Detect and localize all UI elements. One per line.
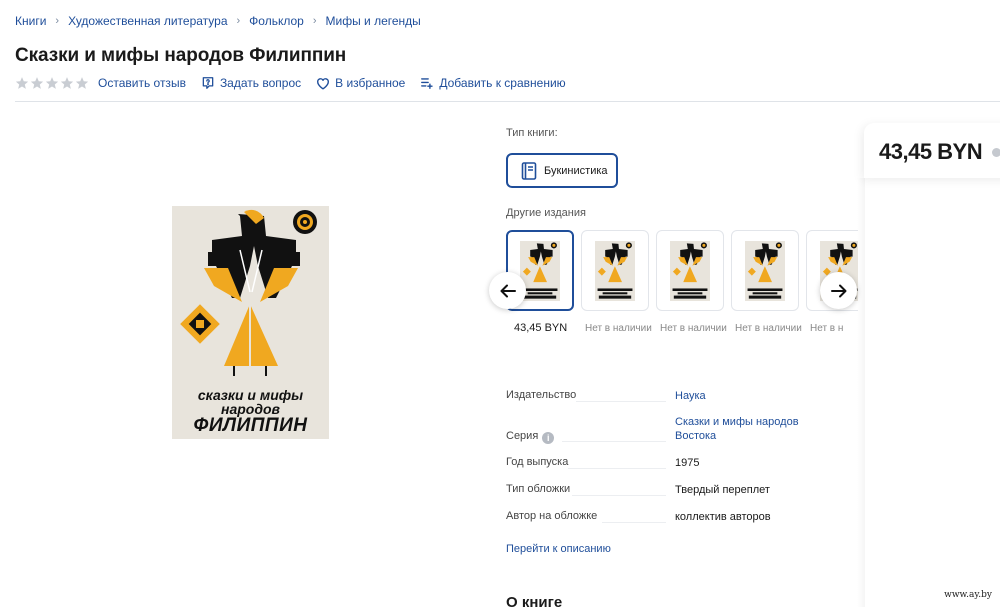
spec-key: Серия i [506,430,555,444]
chevron-right-icon: › [55,15,60,27]
breadcrumb-books[interactable]: Книги [15,14,46,28]
spec-row-cover-type: Тип обложки Твердый переплет [506,483,836,497]
cover-title-line2: народов [220,401,280,417]
book-cover-image[interactable]: сказки и мифы народов ФИЛИППИН [172,206,329,439]
heart-icon [317,77,330,89]
spec-value-publisher-link[interactable]: Наука [675,389,706,403]
other-editions-carousel: 43,45 BYN Нет в наличии Нет в наличии Нет в… [506,230,858,350]
edition-card[interactable] [581,230,649,311]
spec-divider [602,522,666,523]
page-title: Сказки и мифы народов Филиппин [15,45,347,66]
spec-key: Автор на обложке [506,510,598,522]
edition-thumbnail [670,240,710,301]
breadcrumb-folklore[interactable]: Фольклор [249,14,304,28]
cover-title-line1: сказки и мифы [197,387,304,403]
spec-key: Тип обложки [506,483,571,495]
spec-row-cover-author: Автор на обложке коллектив авторов [506,510,836,524]
leave-review-label: Оставить отзыв [98,76,186,90]
cover-title-line3: ФИЛИППИН [193,415,308,436]
star-icon [60,77,74,89]
spec-row-series: Серия i Сказки и мифы народов Востока [506,415,836,445]
breadcrumb: Книги › Художественная литература › Фоль… [15,14,421,28]
spec-key-label: Серия [506,430,539,442]
book-type-option-label: Букинистика [544,164,608,177]
edition-card[interactable] [731,230,799,311]
book-type-option-used[interactable]: Букинистика [506,153,618,188]
spec-row-publisher: Издательство Наука [506,389,836,403]
star-icon [45,77,59,89]
edition-price: Нет в наличии [585,323,652,334]
divider [15,101,1000,102]
price-info-icon[interactable] [992,148,1000,157]
spec-value-cover-author: коллектив авторов [675,511,771,523]
edition-card[interactable] [656,230,724,311]
info-icon[interactable]: i [542,432,555,444]
arrow-left-icon [500,284,516,297]
leave-review-link[interactable]: Оставить отзыв [98,76,186,90]
edition-thumbnail [745,240,785,301]
watermark: www.ay.by [944,590,992,600]
rating-stars[interactable] [15,76,90,90]
spec-divider [576,401,666,402]
compare-list-icon [421,78,434,89]
breadcrumb-myths[interactable]: Мифы и легенды [326,14,421,28]
add-compare-label: Добавить к сравнению [439,76,566,90]
arrow-right-icon [830,284,846,297]
question-bubble-icon [202,77,214,89]
spec-key: Год выпуска [506,456,569,468]
star-icon [30,77,44,89]
chevron-right-icon: › [236,15,241,27]
edition-price: Нет в наличии [735,323,802,334]
spec-divider [572,495,666,496]
spec-value-series-link[interactable]: Сказки и мифы народов Востока [675,415,815,443]
ask-question-label: Задать вопрос [219,76,302,90]
spec-value-year: 1975 [675,457,700,469]
price-value: 43,45 BYN [879,139,983,164]
star-icon [15,77,29,89]
add-favorite-label: В избранное [335,76,406,90]
breadcrumb-fiction[interactable]: Художественная литература [68,14,227,28]
price-panel-edge [857,178,865,607]
book-icon [521,161,537,180]
edition-price: Нет в н [810,323,844,334]
edition-thumbnail [520,240,560,301]
price-card: 43,45 BYN [864,123,1000,178]
about-book-heading: О книге [506,594,563,607]
star-icon [75,77,89,89]
spec-value-cover-type: Твердый переплет [675,484,770,496]
edition-price: Нет в наличии [660,323,727,334]
edition-thumbnail [595,240,635,301]
book-type-label: Тип книги: [506,127,558,139]
add-compare-link[interactable]: Добавить к сравнению [420,76,566,90]
spec-key: Издательство [506,389,577,401]
other-editions-label: Другие издания [506,207,586,219]
edition-price: 43,45 BYN [514,322,568,334]
product-actions: Оставить отзыв Задать вопрос В избранное… [15,76,581,90]
spec-divider [568,468,666,469]
carousel-prev-button[interactable] [489,272,526,309]
add-favorite-link[interactable]: В избранное [316,76,405,90]
spec-divider [562,441,666,442]
ask-question-link[interactable]: Задать вопрос [201,76,301,90]
carousel-next-button[interactable] [820,272,857,309]
chevron-right-icon: › [312,15,317,27]
spec-row-year: Год выпуска 1975 [506,456,836,470]
cover-title: сказки и мифы народов ФИЛИППИН [172,388,329,436]
goto-description-link[interactable]: Перейти к описанию [506,543,611,555]
